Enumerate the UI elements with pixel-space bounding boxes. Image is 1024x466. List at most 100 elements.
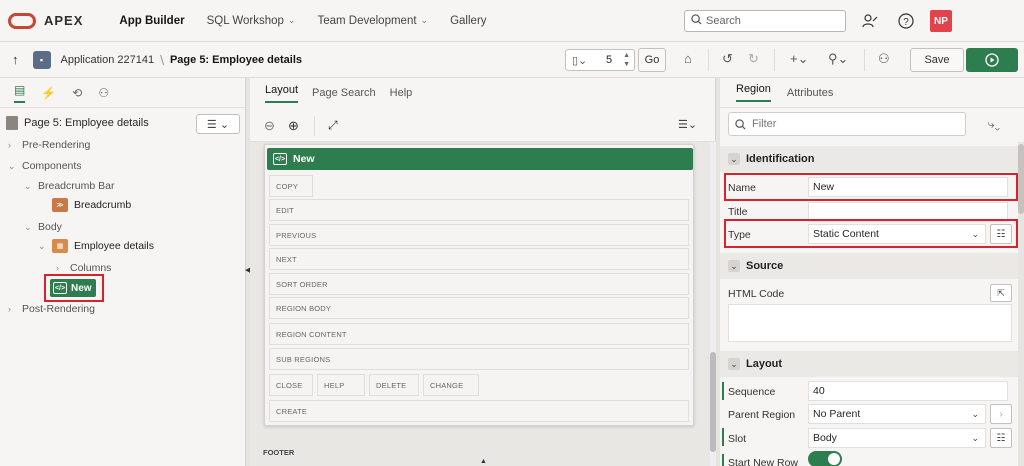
undo-icon[interactable]: ↺ — [722, 51, 733, 67]
region-card-new[interactable]: </> New COPY EDIT PREVIOUS NEXT SORT ORD… — [264, 144, 694, 426]
tab-page-search[interactable]: Page Search — [312, 87, 376, 99]
tab-shared-components-icon[interactable]: ⚇ — [98, 86, 109, 100]
lock-page-icon[interactable]: ⌂ — [684, 51, 692, 66]
tree-item-pre-rendering[interactable]: › Pre-Rendering — [8, 139, 90, 151]
go-button[interactable]: Go — [638, 48, 666, 72]
required-marker — [722, 428, 724, 446]
save-button[interactable]: Save — [910, 48, 964, 72]
tree-item-components[interactable]: ⌄ Components — [8, 160, 82, 172]
help-icon[interactable]: ? — [896, 11, 916, 31]
tab-help[interactable]: Help — [390, 87, 413, 99]
svg-text:?: ? — [903, 17, 909, 28]
tab-dynamic-actions-icon[interactable]: ⚡ — [41, 86, 56, 100]
global-search-input[interactable]: Search — [684, 10, 846, 32]
search-icon — [735, 118, 746, 130]
expand-editor-icon[interactable]: ⇱ — [990, 284, 1012, 302]
utilities-wrench-icon[interactable]: ⚲⌄ — [828, 51, 848, 67]
table-region-icon: ▦ — [52, 239, 68, 253]
parent-region-go-button[interactable]: › — [990, 404, 1012, 424]
page-doc-icon: ▯⌄ — [572, 54, 588, 67]
slot-sub-regions[interactable]: SUB REGIONS — [269, 348, 689, 370]
title-label: Title — [728, 206, 748, 218]
collapse-bottom-icon[interactable]: ▲ — [480, 458, 487, 465]
user-avatar[interactable]: NP — [930, 10, 952, 32]
slot-close[interactable]: CLOSE — [269, 374, 313, 396]
tab-layout[interactable]: Layout — [265, 84, 299, 103]
user-settings-icon[interactable] — [860, 11, 880, 31]
slot-create[interactable]: CREATE — [269, 400, 689, 422]
go-to-group-icon[interactable]: ⤷⌄ — [974, 112, 1014, 136]
nav-app-builder[interactable]: App Builder — [119, 15, 184, 27]
tab-attributes[interactable]: Attributes — [787, 87, 833, 99]
chevron-down-icon: ⌄ — [971, 408, 979, 419]
shared-components-icon[interactable]: ⚇ — [878, 51, 890, 67]
right-pane-tabs: Region Attributes — [720, 78, 1024, 108]
nav-gallery[interactable]: Gallery — [450, 15, 486, 27]
slot-sort-order[interactable]: SORT ORDER — [269, 273, 689, 295]
slot-previous[interactable]: PREVIOUS — [269, 224, 689, 246]
up-arrow-icon[interactable]: ↑ — [12, 52, 19, 67]
tab-region[interactable]: Region — [736, 83, 771, 102]
breadcrumb-page[interactable]: Page 5: Employee details — [170, 54, 302, 66]
parent-region-select[interactable]: No Parent ⌄ — [808, 404, 986, 424]
create-menu-icon[interactable]: +⌄ — [790, 51, 808, 67]
static-content-icon: </> — [273, 153, 287, 165]
property-scrollbar-thumb[interactable] — [1018, 144, 1024, 214]
application-icon[interactable]: ▪ — [32, 50, 51, 69]
slot-list-button[interactable]: ☷ — [990, 428, 1012, 448]
property-scrollbar[interactable] — [1018, 142, 1024, 466]
apex-brand[interactable]: APEX — [44, 13, 83, 28]
fit-to-screen-icon[interactable]: ⤢ — [328, 118, 338, 133]
page-number-selector[interactable]: ▯⌄ 5 ▲ ▼ — [565, 49, 635, 71]
zoom-in-icon[interactable]: ⊕ — [288, 118, 299, 134]
redo-icon[interactable]: ↻ — [748, 51, 759, 67]
required-marker — [722, 382, 724, 400]
zoom-out-icon[interactable]: ⊖ — [264, 118, 275, 134]
toggle-knob — [828, 453, 840, 465]
sequence-label: Sequence — [728, 386, 776, 398]
tree-menu-button[interactable]: ☰ ⌄ — [196, 114, 240, 134]
slot-copy[interactable]: COPY — [269, 175, 313, 197]
tree-item-post-rendering[interactable]: › Post-Rendering — [8, 303, 95, 315]
layout-toolbar: ⊖ ⊕ ⤢ ☰⌄ — [250, 114, 716, 142]
layout-menu-icon[interactable]: ☰⌄ — [678, 118, 697, 131]
tree-item-breadcrumb[interactable]: ≫ Breadcrumb — [52, 198, 131, 212]
parent-region-label: Parent Region — [728, 409, 796, 421]
tree-item-body[interactable]: ⌄ Body — [24, 221, 62, 233]
section-layout[interactable]: ⌄ Layout — [720, 351, 1018, 377]
tab-rendering-icon[interactable]: ▤ — [14, 83, 26, 103]
chevron-right-icon: › — [8, 304, 11, 314]
slot-region-content[interactable]: REGION CONTENT — [269, 323, 689, 345]
sequence-field[interactable]: 40 — [808, 381, 1008, 401]
nav-team-development[interactable]: Team Development ⌄ — [317, 15, 428, 27]
slot-help[interactable]: HELP — [317, 374, 365, 396]
page-stepper-icon[interactable]: ▲ ▼ — [623, 51, 630, 69]
tree-item-columns[interactable]: › Columns — [56, 262, 111, 274]
oracle-logo-icon[interactable] — [8, 12, 36, 29]
chevron-down-icon: ⌄ — [420, 15, 429, 25]
section-source[interactable]: ⌄ Source — [720, 253, 1018, 279]
tab-processing-icon[interactable]: ⟲ — [72, 86, 82, 100]
breadcrumb-region-icon: ≫ — [52, 198, 68, 212]
slot-delete[interactable]: DELETE — [369, 374, 419, 396]
run-page-button[interactable] — [966, 48, 1018, 72]
start-new-row-toggle[interactable] — [808, 451, 842, 466]
toolbar-divider — [708, 49, 709, 71]
breadcrumb-application[interactable]: Application 227141 — [61, 54, 155, 66]
region-header-new[interactable]: </> New — [267, 148, 693, 170]
breadcrumb-separator: \ — [160, 51, 164, 68]
slot-select[interactable]: Body ⌄ — [808, 428, 986, 448]
tree-item-employee-details[interactable]: ⌄ ▦ Employee details — [38, 239, 154, 253]
page-number-value[interactable]: 5 — [606, 54, 612, 66]
html-code-label: HTML Code — [728, 288, 785, 300]
section-identification[interactable]: ⌄ Identification — [720, 146, 1018, 172]
slot-region-body[interactable]: REGION BODY — [269, 297, 689, 319]
property-filter-input[interactable]: Filter — [728, 112, 966, 136]
tree-page-node[interactable]: Page 5: Employee details — [6, 116, 149, 130]
slot-next[interactable]: NEXT — [269, 248, 689, 270]
nav-sql-workshop[interactable]: SQL Workshop ⌄ — [207, 15, 296, 27]
slot-change[interactable]: CHANGE — [423, 374, 479, 396]
slot-edit[interactable]: EDIT — [269, 199, 689, 221]
html-code-textarea[interactable] — [728, 304, 1012, 342]
tree-item-breadcrumb-bar[interactable]: ⌄ Breadcrumb Bar — [24, 180, 114, 192]
